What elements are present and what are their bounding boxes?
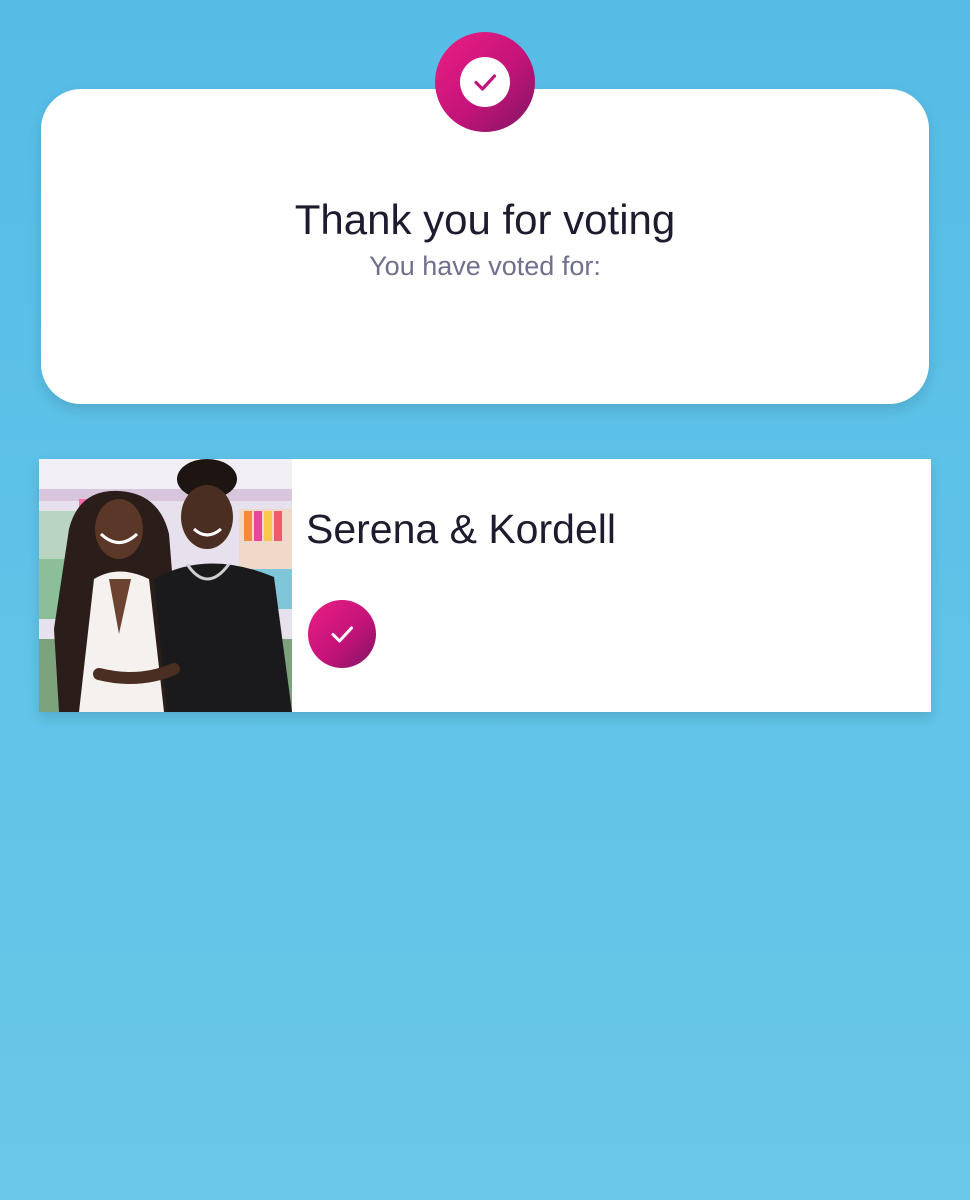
confirmation-subtitle: You have voted for: xyxy=(369,251,601,281)
couple-photo xyxy=(39,459,292,712)
check-icon xyxy=(308,600,376,668)
confirmation-title: Thank you for voting xyxy=(294,196,676,243)
voted-couple-card: Serena & Kordell xyxy=(39,459,931,712)
confirmation-card: Thank you for voting You have voted for: xyxy=(41,89,929,404)
success-badge xyxy=(435,32,535,132)
couple-name: Serena & Kordell xyxy=(306,506,616,552)
check-circle-icon xyxy=(460,57,510,107)
